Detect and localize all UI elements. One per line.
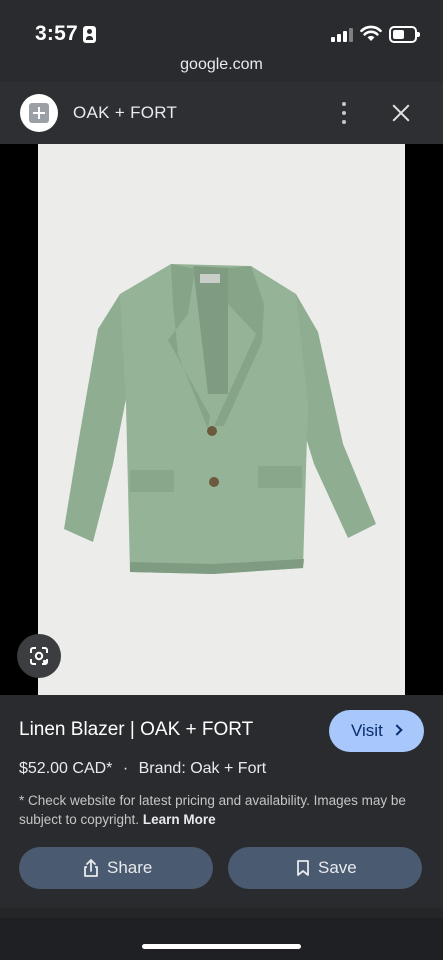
cellular-signal-icon bbox=[331, 28, 353, 42]
battery-icon bbox=[389, 26, 420, 43]
site-name: OAK + FORT bbox=[73, 103, 178, 122]
chevron-right-icon bbox=[391, 724, 403, 736]
sheet-edge bbox=[0, 908, 443, 918]
site-logo-icon bbox=[20, 94, 58, 132]
visit-label: Visit bbox=[351, 721, 383, 740]
share-button[interactable]: Share bbox=[19, 847, 213, 889]
preview-header bbox=[0, 82, 443, 144]
save-button[interactable]: Save bbox=[228, 847, 422, 889]
share-icon bbox=[84, 859, 98, 877]
url-bar[interactable]: google.com bbox=[0, 56, 443, 82]
lens-icon bbox=[30, 647, 48, 665]
wifi-icon bbox=[360, 25, 382, 41]
price-brand-line: $52.00 CAD* · Brand: Oak + Fort bbox=[19, 760, 266, 778]
blazer-illustration bbox=[64, 264, 376, 574]
id-card-icon bbox=[83, 26, 96, 43]
visit-button[interactable]: Visit bbox=[329, 710, 424, 752]
google-lens-button[interactable] bbox=[17, 634, 61, 678]
bookmark-icon bbox=[297, 860, 309, 876]
product-title[interactable]: Linen Blazer | OAK + FORT bbox=[19, 719, 253, 741]
product-image[interactable] bbox=[38, 144, 405, 695]
url-text: google.com bbox=[180, 56, 263, 73]
save-label: Save bbox=[318, 858, 357, 877]
product-price: $52.00 CAD* bbox=[19, 760, 113, 777]
learn-more-link[interactable]: Learn More bbox=[143, 812, 216, 827]
separator: · bbox=[122, 760, 129, 777]
disclaimer: * Check website for latest pricing and a… bbox=[19, 791, 424, 829]
close-icon[interactable] bbox=[390, 102, 412, 124]
status-time: 3:57 bbox=[35, 22, 78, 45]
home-indicator[interactable] bbox=[142, 944, 301, 949]
product-brand: Brand: Oak + Fort bbox=[138, 760, 267, 777]
share-label: Share bbox=[107, 858, 153, 877]
more-vert-icon[interactable] bbox=[337, 100, 351, 126]
